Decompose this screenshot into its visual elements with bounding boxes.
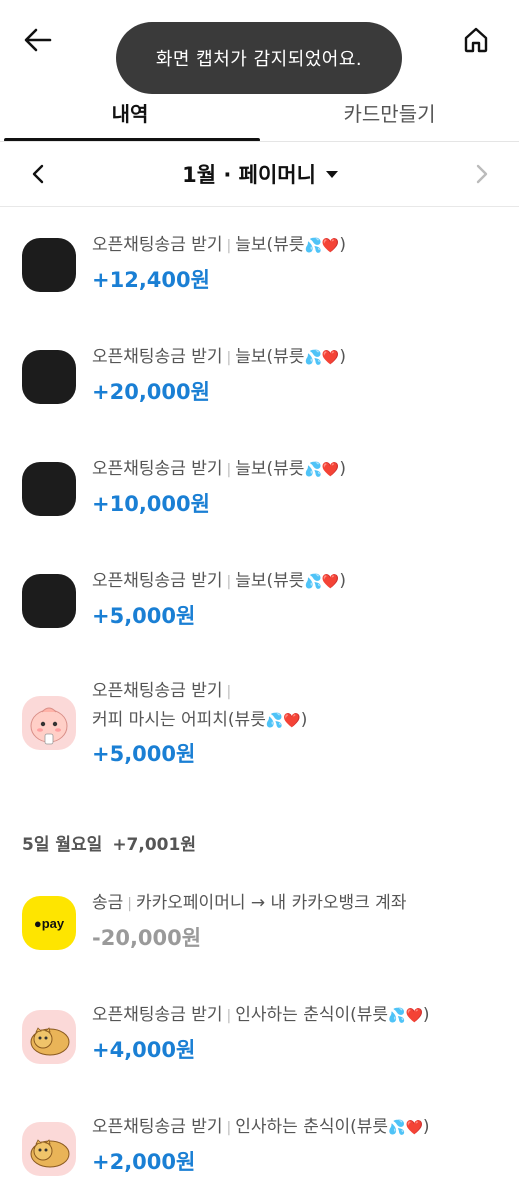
sender-name: 늘보(뷰릇 <box>235 347 305 367</box>
sender-name: 늘보(뷰릇 <box>235 571 305 591</box>
transaction-amount: +5,000원 <box>92 604 196 628</box>
transaction-description: 오픈채팅송금 받기 | 늘보(뷰릇💦❤️) <box>92 571 346 591</box>
transaction-row[interactable]: 오픈채팅송금 받기 | 늘보(뷰릇💦❤️) +20,000원 <box>0 340 519 430</box>
emoji: 💦❤️ <box>388 1120 423 1136</box>
transaction-row[interactable]: 오픈채팅송금 받기 | 늘보(뷰릇💦❤️) +10,000원 <box>0 452 519 542</box>
transaction-description: 커피 마시는 어피치(뷰릇💦❤️) <box>92 710 308 730</box>
transaction-amount: +12,400원 <box>92 268 210 292</box>
home-button[interactable] <box>456 20 496 60</box>
transaction-description: 오픈채팅송금 받기 | 늘보(뷰릇💦❤️) <box>92 459 346 479</box>
transaction-row[interactable]: 오픈채팅송금 받기 | 늘보(뷰릇💦❤️) +12,400원 <box>0 228 519 318</box>
transaction-type: 오픈채팅송금 받기 <box>92 459 223 479</box>
arrow-left-icon <box>24 28 52 52</box>
transfer-detail: 카카오페이머니 → 내 카카오뱅크 계좌 <box>136 893 407 913</box>
transaction-description: 오픈채팅송금 받기 | 늘보(뷰릇💦❤️) <box>92 235 346 255</box>
sender-name: 커피 마시는 어피치(뷰릇 <box>92 710 266 730</box>
group-total: +7,001원 <box>112 835 196 855</box>
kakaopay-avatar: ●pay <box>22 896 76 950</box>
sender-name: 늘보(뷰릇 <box>235 459 305 479</box>
month-label: 1월 · 페이머니 <box>182 163 316 187</box>
previous-month-button[interactable] <box>22 158 54 190</box>
transaction-row[interactable]: 오픈채팅송금 받기 | 인사하는 춘식이(뷰릇💦❤️) +2,000원 <box>0 1108 519 1198</box>
transaction-amount: +4,000원 <box>92 1038 196 1062</box>
home-icon <box>464 27 488 53</box>
next-month-button[interactable] <box>466 158 498 190</box>
choonsik-avatar <box>22 1122 76 1176</box>
transaction-amount: +10,000원 <box>92 492 210 516</box>
emoji: 💦❤️ <box>304 238 340 254</box>
transaction-description: 오픈채팅송금 받기 | 인사하는 춘식이(뷰릇💦❤️) <box>92 1117 430 1137</box>
transaction-type: 오픈채팅송금 받기 <box>92 571 223 591</box>
group-date: 5일 월요일 <box>22 835 103 855</box>
emoji: 💦❤️ <box>388 1008 423 1024</box>
apeach-icon <box>30 707 68 745</box>
month-dropdown[interactable]: 1월 · 페이머니 <box>160 156 360 192</box>
emoji: 💦❤️ <box>304 574 340 590</box>
caret-down-icon <box>325 170 338 178</box>
sender-name: 인사하는 춘식이(뷰릇 <box>235 1005 389 1025</box>
transaction-type: 오픈채팅송금 받기 <box>92 347 223 367</box>
transaction-amount: -20,000원 <box>92 926 202 950</box>
pay-logo: ●pay <box>33 915 65 931</box>
transaction-description: 송금 | 카카오페이머니 → 내 카카오뱅크 계좌 <box>92 893 407 913</box>
choonsik-icon <box>30 1139 70 1168</box>
divider <box>0 206 519 207</box>
avatar <box>22 462 76 516</box>
back-button[interactable] <box>18 20 58 60</box>
transaction-amount: +20,000원 <box>92 380 210 404</box>
avatar <box>22 574 76 628</box>
tab-history[interactable]: 내역 <box>0 90 260 134</box>
emoji: 💦❤️ <box>304 350 340 366</box>
choonsik-avatar <box>22 1010 76 1064</box>
transaction-type: 오픈채팅송금 받기 <box>92 1117 223 1137</box>
transaction-type: 송금 <box>92 893 124 913</box>
transaction-row[interactable]: ●pay 송금 | 카카오페이머니 → 내 카카오뱅크 계좌 -20,000원 <box>0 884 519 974</box>
transaction-type: 오픈채팅송금 받기 <box>92 681 223 701</box>
apeach-avatar <box>22 696 76 750</box>
sender-name: 인사하는 춘식이(뷰릇 <box>235 1117 389 1137</box>
transaction-description: 오픈채팅송금 받기 | 늘보(뷰릇💦❤️) <box>92 347 346 367</box>
transaction-type: 오픈채팅송금 받기 <box>92 235 223 255</box>
transaction-type: 오픈채팅송금 받기 <box>92 1005 223 1025</box>
month-navigator: 1월 · 페이머니 <box>0 142 519 206</box>
avatar <box>22 350 76 404</box>
tab-make-card[interactable]: 카드만들기 <box>260 90 519 134</box>
avatar <box>22 238 76 292</box>
transaction-row[interactable]: 오픈채팅송금 받기 | 인사하는 춘식이(뷰릇💦❤️) +4,000원 <box>0 996 519 1086</box>
transaction-description: 오픈채팅송금 받기 | 인사하는 춘식이(뷰릇💦❤️) <box>92 1005 430 1025</box>
transaction-amount: +2,000원 <box>92 1150 196 1174</box>
transaction-row[interactable]: 오픈채팅송금 받기 | 커피 마시는 어피치(뷰릇💦❤️) +5,000원 <box>0 676 519 786</box>
sender-name: 늘보(뷰릇 <box>235 235 305 255</box>
chevron-right-icon <box>476 164 488 184</box>
chevron-left-icon <box>32 164 44 184</box>
transaction-amount: +5,000원 <box>92 742 196 766</box>
transaction-type-line: 오픈채팅송금 받기 | <box>92 681 232 701</box>
emoji: 💦❤️ <box>265 713 301 729</box>
screenshot-toast: 화면 캡처가 감지되었어요. <box>116 22 402 94</box>
choonsik-icon <box>30 1027 70 1056</box>
date-group-header: 5일 월요일 +7,001원 <box>22 830 196 855</box>
transaction-row[interactable]: 오픈채팅송금 받기 | 늘보(뷰릇💦❤️) +5,000원 <box>0 564 519 654</box>
emoji: 💦❤️ <box>304 462 340 478</box>
